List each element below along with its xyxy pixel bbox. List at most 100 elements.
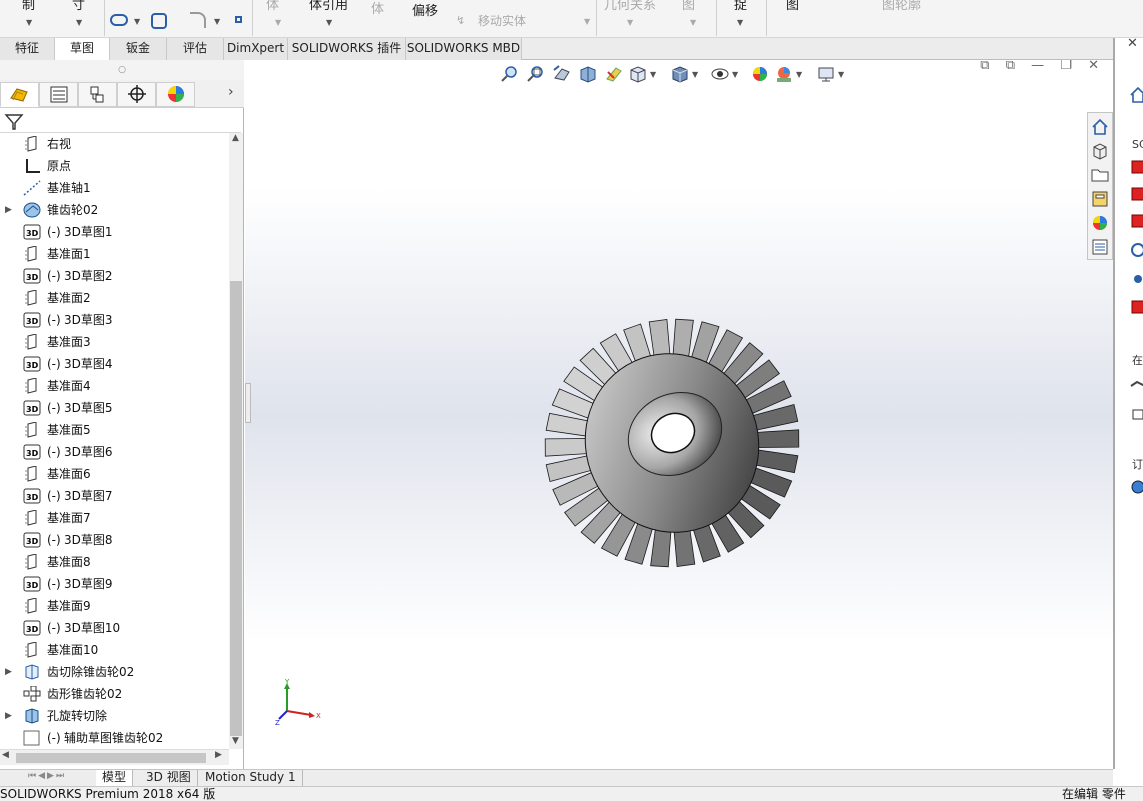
resource-icon[interactable] [1129,185,1143,203]
point-icon[interactable] [235,16,242,23]
tree-item[interactable]: 3D (-) 3D草图5 [0,397,229,419]
tree-filter[interactable] [0,109,241,133]
tab-dimxpert[interactable]: DimXpert [224,38,288,60]
home-icon[interactable] [1129,86,1143,104]
tab-display-manager[interactable] [156,82,195,107]
chevron-down-icon[interactable]: ▼ [214,17,220,26]
ribbon-quick-snap-label[interactable]: 捉 [734,0,747,13]
tree-item[interactable]: ▶ 齿切除锥齿轮02 [0,661,229,683]
folder-icon[interactable] [1090,165,1110,185]
handshake-icon[interactable] [1129,376,1143,394]
resource-icon[interactable] [1129,158,1143,176]
ribbon-import-label[interactable]: 寸 [72,0,85,13]
tree-item[interactable]: 基准面1 [0,243,229,265]
vertical-scrollbar[interactable]: ▲ ▼ [229,133,243,749]
tree-item[interactable]: 齿形锥齿轮02 [0,683,229,705]
bevel-gear-model[interactable] [245,60,1113,769]
tree-item[interactable]: 3D (-) 3D草图8 [0,529,229,551]
chevron-down-icon[interactable]: ▼ [275,18,281,27]
tree-item[interactable]: 基准面3 [0,331,229,353]
ribbon-copy-label[interactable]: 制 [22,0,35,13]
graphics-area[interactable]: ⧉ ⧉ — ❐ ✕ ▼ ▼ ▼ ▼ ▼ Y X Z [245,60,1113,769]
scroll-right-icon[interactable]: ▶ [215,750,222,760]
tree-item[interactable]: 基准轴1 [0,177,229,199]
horizontal-scrollbar[interactable]: ◀ ▶ [0,749,229,765]
tree-item[interactable]: 基准面10 [0,639,229,661]
panel-grip[interactable]: ○ [0,60,244,80]
tree-item[interactable]: 3D (-) 3D草图2 [0,265,229,287]
move-icon[interactable]: ↯ [456,14,465,27]
expand-arrow-icon[interactable]: ▶ [5,199,12,221]
tab-scroll-arrows-icon[interactable]: ⏮◀▶⏭ [28,771,66,781]
ribbon-offset-label[interactable]: 偏移 [412,0,438,19]
resources-icon[interactable] [1090,141,1110,161]
tree-item[interactable]: 基准面6 [0,463,229,485]
chevron-down-icon[interactable]: ▼ [134,17,140,26]
resource-icon[interactable] [1129,212,1143,230]
tree-item[interactable]: 原点 [0,155,229,177]
tree-item[interactable]: (-) 辅助草图锥齿轮02 [0,727,229,749]
scroll-thumb[interactable] [230,281,242,736]
ribbon-move-entities-label[interactable]: 移动实体 [478,12,526,29]
tab-solidworks-mbd[interactable]: SOLIDWORKS MBD [406,38,522,60]
ribbon-solid2-label[interactable]: 体 [371,0,384,17]
tree-item[interactable]: 3D (-) 3D草图3 [0,309,229,331]
tree-item[interactable]: 基准面7 [0,507,229,529]
chevron-down-icon[interactable]: ▼ [26,18,32,27]
tree-item[interactable]: 3D (-) 3D草图6 [0,441,229,463]
library-icon[interactable] [1129,404,1143,422]
link-icon[interactable] [110,14,128,26]
chevron-right-icon[interactable]: › [228,84,234,100]
tab-sheet-metal[interactable]: 钣金 [110,38,167,60]
network-icon[interactable] [1129,270,1143,288]
expand-arrow-icon[interactable]: ▶ [5,661,12,683]
tree-item[interactable]: 基准面8 [0,551,229,573]
scroll-left-icon[interactable]: ◀ [2,750,9,760]
scroll-up-icon[interactable]: ▲ [232,133,239,143]
tab-solidworks-addins[interactable]: SOLIDWORKS 插件 [288,38,406,60]
tree-item[interactable]: 基准面4 [0,375,229,397]
polygon-icon[interactable] [151,13,167,29]
tree-item[interactable]: 右视 [0,133,229,155]
tab-sketch[interactable]: 草图 [55,38,110,60]
tree-item[interactable]: 基准面9 [0,595,229,617]
tree-item[interactable]: 3D (-) 3D草图10 [0,617,229,639]
tree-item[interactable]: 3D (-) 3D草图7 [0,485,229,507]
community-icon[interactable] [1129,241,1143,259]
chevron-down-icon[interactable]: ▼ [326,18,332,27]
tab-featuremanager[interactable] [0,82,39,107]
ribbon-solid-label[interactable]: 体 [266,0,279,13]
tree-item[interactable]: 基准面2 [0,287,229,309]
view-palette-icon[interactable] [1090,189,1110,209]
ribbon-view-label[interactable]: 图 [786,0,799,13]
resource-icon[interactable] [1129,298,1143,316]
tab-evaluate[interactable]: 评估 [167,38,224,60]
appearances-icon[interactable] [1090,213,1110,233]
tab-motion-study-1[interactable]: Motion Study 1 [199,770,303,786]
tree-item[interactable]: 3D (-) 3D草图4 [0,353,229,375]
tab-configurationmanager[interactable] [78,82,117,107]
globe-icon[interactable] [1129,478,1143,496]
filter-icon[interactable] [4,112,24,132]
ribbon-relations-label[interactable]: 几何关系 [604,0,656,13]
chevron-down-icon[interactable]: ▼ [76,18,82,27]
custom-properties-icon[interactable] [1090,237,1110,257]
tab-dimxpertmanager[interactable] [117,82,156,107]
chevron-down-icon[interactable]: ▼ [737,18,743,27]
home-icon[interactable] [1090,117,1110,137]
tree-item[interactable]: 基准面5 [0,419,229,441]
tab-features[interactable]: 特征 [0,38,55,60]
ribbon-image-label[interactable]: 图 [682,0,695,13]
chevron-down-icon[interactable]: ▼ [584,17,590,26]
fillet-icon[interactable] [190,12,206,28]
ribbon-convert-ref-label[interactable]: 体引用 [309,0,348,13]
scroll-down-icon[interactable]: ▼ [232,736,239,746]
tab-model[interactable]: 模型 [96,770,134,786]
tree-item[interactable]: 3D (-) 3D草图1 [0,221,229,243]
chevron-down-icon[interactable]: ▼ [627,18,633,27]
tree-item[interactable]: ▶ 锥齿轮02 [0,199,229,221]
task-pane-close-icon[interactable]: ✕ [1127,36,1138,51]
ribbon-contour-label[interactable]: 图轮廓 [882,0,921,13]
expand-arrow-icon[interactable]: ▶ [5,705,12,727]
tab-propertymanager[interactable] [39,82,78,107]
